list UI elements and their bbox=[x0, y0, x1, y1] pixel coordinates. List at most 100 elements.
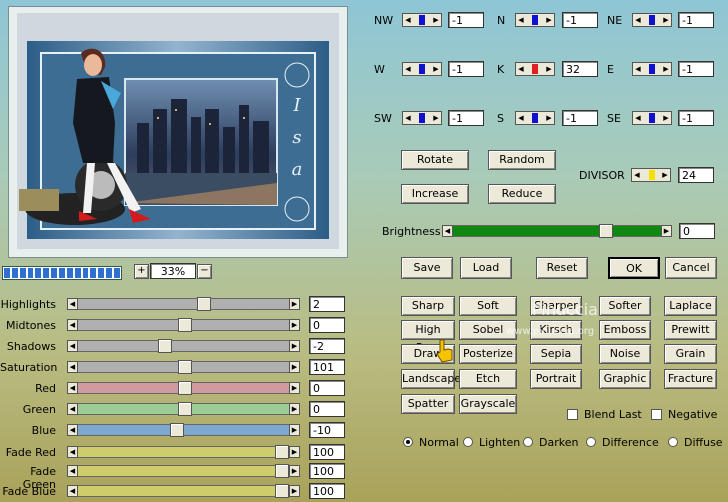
dir-nw-field[interactable]: -1 bbox=[448, 12, 484, 28]
left-arrow-icon[interactable]: ◀ bbox=[67, 361, 78, 373]
midtones-thumb[interactable] bbox=[177, 318, 192, 332]
save-button[interactable]: Save bbox=[401, 257, 453, 279]
fade-blue-slider[interactable]: ◀ ▶ bbox=[67, 484, 300, 498]
right-arrow-icon[interactable]: ▶ bbox=[289, 382, 300, 394]
negative-checkbox[interactable] bbox=[651, 409, 662, 420]
saturation-field[interactable]: 101 bbox=[309, 359, 345, 375]
preset-grayscale-button[interactable]: Grayscale bbox=[459, 394, 517, 414]
left-arrow-icon[interactable]: ◀ bbox=[403, 112, 413, 124]
right-arrow-icon[interactable]: ▶ bbox=[544, 63, 554, 75]
reset-button[interactable]: Reset bbox=[536, 257, 588, 279]
blue-slider[interactable]: ◀ ▶ bbox=[67, 423, 300, 437]
mode-lighten-radio[interactable] bbox=[463, 437, 473, 447]
dir-w-field[interactable]: -1 bbox=[448, 61, 484, 77]
preset-portrait-button[interactable]: Portrait bbox=[530, 369, 582, 389]
green-field[interactable]: 0 bbox=[309, 401, 345, 417]
right-arrow-icon[interactable]: ▶ bbox=[289, 340, 300, 352]
right-arrow-icon[interactable]: ▶ bbox=[431, 14, 441, 26]
blend-last-checkbox[interactable] bbox=[567, 409, 578, 420]
fade-red-slider[interactable]: ◀ ▶ bbox=[67, 445, 300, 459]
dir-s-field[interactable]: -1 bbox=[562, 110, 598, 126]
preset-sharp-button[interactable]: Sharp bbox=[401, 296, 455, 316]
right-arrow-icon[interactable]: ▶ bbox=[289, 424, 300, 436]
brightness-thumb[interactable] bbox=[599, 224, 613, 238]
dir-ne-field[interactable]: -1 bbox=[678, 12, 714, 28]
increase-button[interactable]: Increase bbox=[401, 184, 469, 204]
preset-soft-button[interactable]: Soft bbox=[459, 296, 517, 316]
preset-fracture-button[interactable]: Fracture bbox=[664, 369, 717, 389]
preset-noise-button[interactable]: Noise bbox=[599, 344, 651, 364]
shadows-field[interactable]: -2 bbox=[309, 338, 345, 354]
mode-difference-radio[interactable] bbox=[586, 437, 596, 447]
saturation-thumb[interactable] bbox=[177, 360, 192, 374]
left-arrow-icon[interactable]: ◀ bbox=[633, 14, 643, 26]
left-arrow-icon[interactable]: ◀ bbox=[67, 446, 78, 458]
zoom-out-button[interactable]: − bbox=[197, 264, 212, 279]
mode-darken-radio[interactable] bbox=[523, 437, 533, 447]
highlights-field[interactable]: 2 bbox=[309, 296, 345, 312]
blue-thumb[interactable] bbox=[169, 423, 184, 437]
fade-green-thumb[interactable] bbox=[275, 464, 289, 478]
ok-button[interactable]: OK bbox=[608, 257, 660, 279]
preview-image[interactable]: I s a bbox=[17, 13, 339, 249]
dir-n-slider[interactable]: ◀ ▶ bbox=[515, 13, 555, 27]
preset-laplace-button[interactable]: Laplace bbox=[664, 296, 717, 316]
preset-posterize-button[interactable]: Posterize bbox=[459, 344, 517, 364]
dir-w-slider[interactable]: ◀ ▶ bbox=[402, 62, 442, 76]
preset-spatter-button[interactable]: Spatter bbox=[401, 394, 455, 414]
right-arrow-icon[interactable]: ▶ bbox=[661, 14, 671, 26]
left-arrow-icon[interactable]: ◀ bbox=[67, 465, 78, 477]
left-arrow-icon[interactable]: ◀ bbox=[67, 319, 78, 331]
fade-blue-thumb[interactable] bbox=[275, 484, 289, 498]
midtones-slider[interactable]: ◀ ▶ bbox=[67, 318, 300, 332]
midtones-field[interactable]: 0 bbox=[309, 317, 345, 333]
brightness-field[interactable]: 0 bbox=[679, 223, 715, 239]
preset-prewitt-button[interactable]: Prewitt bbox=[664, 320, 717, 340]
left-arrow-icon[interactable]: ◀ bbox=[516, 112, 526, 124]
load-button[interactable]: Load bbox=[460, 257, 512, 279]
dir-se-field[interactable]: -1 bbox=[678, 110, 714, 126]
right-arrow-icon[interactable]: ▶ bbox=[289, 465, 300, 477]
left-arrow-icon[interactable]: ◀ bbox=[67, 403, 78, 415]
left-arrow-icon[interactable]: ◀ bbox=[67, 382, 78, 394]
mode-normal-radio[interactable] bbox=[403, 437, 413, 447]
fade-red-field[interactable]: 100 bbox=[309, 444, 345, 460]
preset-graphic-button[interactable]: Graphic bbox=[599, 369, 651, 389]
left-arrow-icon[interactable]: ◀ bbox=[516, 14, 526, 26]
right-arrow-icon[interactable]: ▶ bbox=[289, 361, 300, 373]
red-slider[interactable]: ◀ ▶ bbox=[67, 381, 300, 395]
dir-sw-slider[interactable]: ◀ ▶ bbox=[402, 111, 442, 125]
left-arrow-icon[interactable]: ◀ bbox=[67, 340, 78, 352]
fade-blue-field[interactable]: 100 bbox=[309, 483, 345, 499]
left-arrow-icon[interactable]: ◀ bbox=[67, 298, 78, 310]
right-arrow-icon[interactable]: ▶ bbox=[289, 485, 300, 497]
right-arrow-icon[interactable]: ▶ bbox=[431, 63, 441, 75]
random-button[interactable]: Random bbox=[488, 150, 556, 170]
dir-sw-field[interactable]: -1 bbox=[448, 110, 484, 126]
highlights-thumb[interactable] bbox=[197, 297, 211, 311]
preset-high-pass-button[interactable]: High Pass bbox=[401, 320, 455, 354]
dir-ne-slider[interactable]: ◀ ▶ bbox=[632, 13, 672, 27]
right-arrow-icon[interactable]: ▶ bbox=[661, 112, 671, 124]
preset-landscape-button[interactable]: Landscape bbox=[401, 369, 461, 389]
left-arrow-icon[interactable]: ◀ bbox=[67, 485, 78, 497]
preset-sepia-button[interactable]: Sepia bbox=[530, 344, 582, 364]
right-arrow-icon[interactable]: ▶ bbox=[431, 112, 441, 124]
left-arrow-icon[interactable]: ◀ bbox=[403, 63, 413, 75]
right-arrow-icon[interactable]: ▶ bbox=[544, 14, 554, 26]
green-slider[interactable]: ◀ ▶ bbox=[67, 402, 300, 416]
dir-e-field[interactable]: -1 bbox=[678, 61, 714, 77]
divisor-slider[interactable]: ◀ ▶ bbox=[631, 168, 671, 182]
left-arrow-icon[interactable]: ◀ bbox=[67, 424, 78, 436]
shadows-thumb[interactable] bbox=[158, 339, 172, 353]
dir-n-field[interactable]: -1 bbox=[562, 12, 598, 28]
reduce-button[interactable]: Reduce bbox=[488, 184, 556, 204]
fade-green-field[interactable]: 100 bbox=[309, 463, 345, 479]
shadows-slider[interactable]: ◀ ▶ bbox=[67, 339, 300, 353]
preset-etch-button[interactable]: Etch bbox=[459, 369, 517, 389]
highlights-slider[interactable]: ◀ ▶ bbox=[67, 297, 300, 311]
preset-softer-button[interactable]: Softer bbox=[599, 296, 651, 316]
green-thumb[interactable] bbox=[177, 402, 192, 416]
dir-nw-slider[interactable]: ◀ ▶ bbox=[402, 13, 442, 27]
brightness-slider[interactable]: ◀ ▶ bbox=[442, 224, 672, 238]
